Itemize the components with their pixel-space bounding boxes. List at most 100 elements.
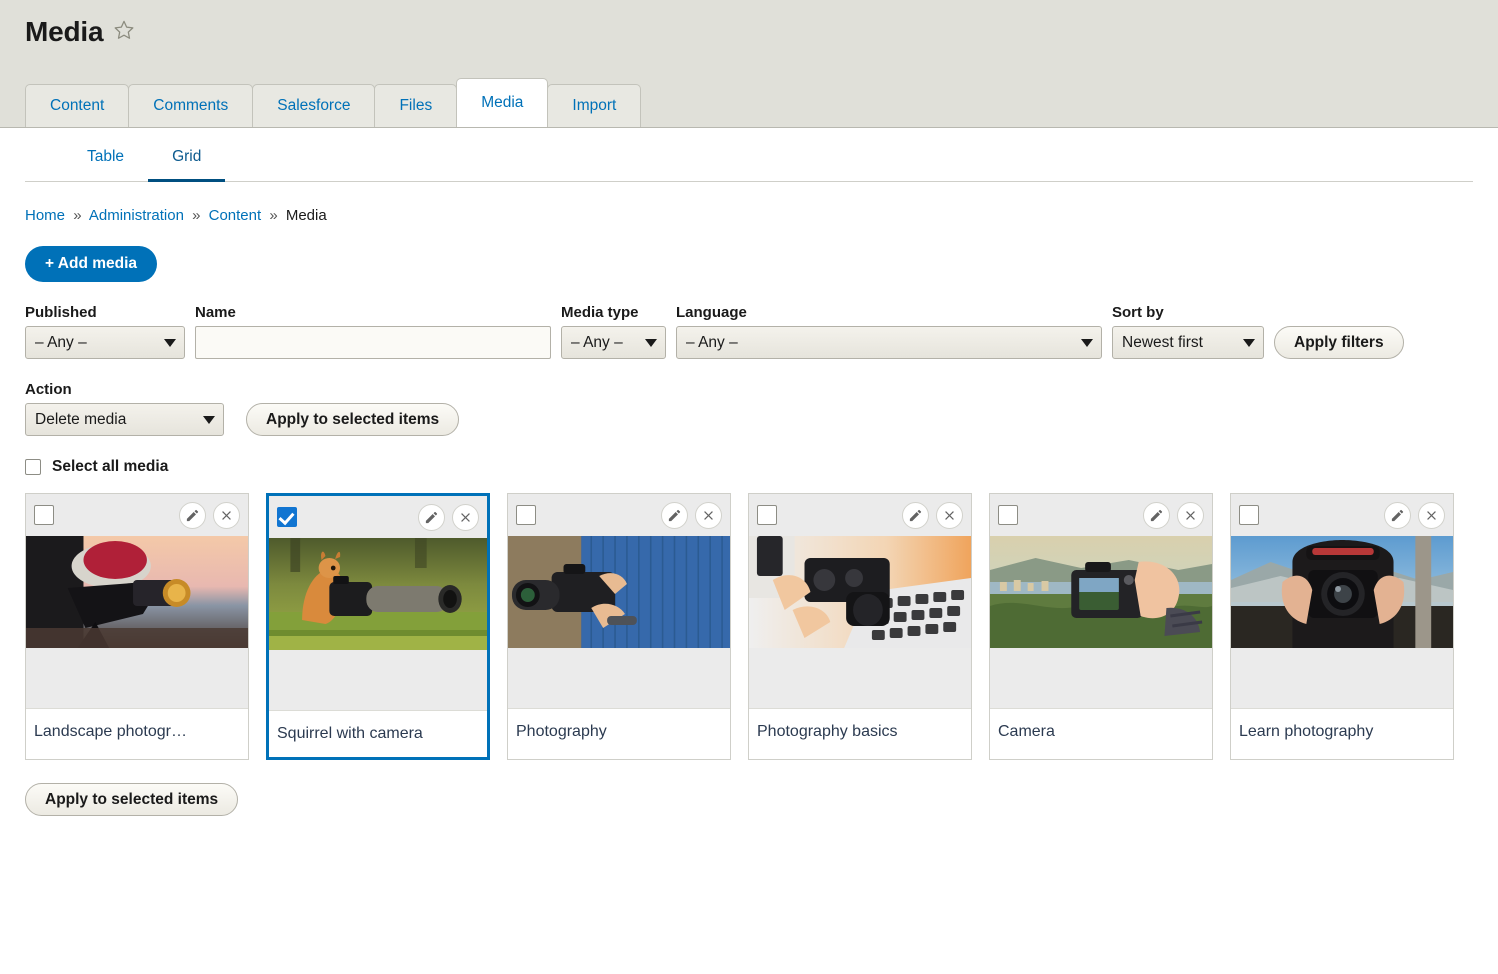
pencil-icon[interactable] (902, 501, 929, 529)
media-card[interactable]: Photography (507, 493, 731, 760)
media-card-checkbox[interactable] (34, 505, 54, 525)
apply-to-selected-items-button-top[interactable]: Apply to selected items (246, 403, 460, 436)
media-card-actions (902, 501, 963, 529)
close-x-icon[interactable] (936, 501, 963, 529)
pencil-icon[interactable] (179, 501, 206, 529)
name-input[interactable] (195, 326, 551, 359)
media-thumbnail (749, 536, 971, 648)
sort-by-select[interactable]: Newest first (1112, 326, 1264, 359)
media-grid: Landscape photogr… Squirrel with camera … (0, 476, 1498, 760)
select-all-checkbox[interactable] (25, 459, 41, 475)
filter-media-type: Media type – Any – (561, 304, 666, 359)
filters-bar: Published – Any – Name Media type – Any … (0, 282, 1498, 359)
media-card-spacer (269, 650, 487, 710)
filter-language: Language – Any – (676, 304, 1102, 359)
action-select-wrap[interactable]: Delete media (25, 403, 224, 436)
media-card-checkbox[interactable] (277, 507, 297, 527)
breadcrumb-separator: » (73, 207, 82, 224)
media-card-toolbar (269, 496, 487, 538)
media-card[interactable]: Camera (989, 493, 1213, 760)
media-card-title[interactable]: Photography basics (749, 708, 971, 755)
close-x-icon[interactable] (695, 501, 722, 529)
close-x-icon[interactable] (213, 501, 240, 529)
pencil-icon[interactable] (418, 503, 445, 531)
tab-comments[interactable]: Comments (128, 84, 254, 127)
media-card-actions (418, 503, 479, 531)
media-card-title[interactable]: Squirrel with camera (269, 710, 487, 757)
media-card-toolbar (1231, 494, 1453, 536)
published-label: Published (25, 304, 97, 321)
star-outline-icon[interactable] (113, 19, 135, 46)
media-type-select[interactable]: – Any – (561, 326, 666, 359)
bulk-action-field: Action Delete media (25, 381, 224, 436)
apply-filters-button[interactable]: Apply filters (1274, 326, 1404, 359)
media-thumbnail (26, 536, 248, 648)
media-type-select-wrap[interactable]: – Any – (561, 326, 666, 359)
media-thumbnail (1231, 536, 1453, 648)
breadcrumb-item-home[interactable]: Home (25, 207, 65, 224)
add-media-row: + Add media (0, 224, 1498, 282)
media-card-checkbox[interactable] (516, 505, 536, 525)
media-card-title[interactable]: Learn photography (1231, 708, 1453, 755)
action-label: Action (25, 381, 72, 398)
subtab-grid[interactable]: Grid (148, 148, 226, 182)
media-card-spacer (26, 648, 248, 708)
filter-sort-by: Sort by Newest first (1112, 304, 1264, 359)
media-card-checkbox[interactable] (757, 505, 777, 525)
media-card-spacer (508, 648, 730, 708)
media-card-checkbox[interactable] (1239, 505, 1259, 525)
media-card[interactable]: Squirrel with camera (266, 493, 490, 760)
add-media-button[interactable]: + Add media (25, 246, 158, 282)
published-select-wrap[interactable]: – Any – (25, 326, 185, 359)
close-x-icon[interactable] (452, 503, 479, 531)
tab-salesforce[interactable]: Salesforce (252, 84, 376, 127)
media-card-title[interactable]: Photography (508, 708, 730, 755)
media-card-checkbox[interactable] (998, 505, 1018, 525)
language-label: Language (676, 304, 747, 321)
page-title: Media (25, 16, 104, 47)
language-select-wrap[interactable]: – Any – (676, 326, 1102, 359)
published-select[interactable]: – Any – (25, 326, 185, 359)
close-x-icon[interactable] (1177, 501, 1204, 529)
tab-files[interactable]: Files (374, 84, 458, 127)
media-type-label: Media type (561, 304, 639, 321)
close-x-icon[interactable] (1418, 501, 1445, 529)
filter-published: Published – Any – (25, 304, 185, 359)
breadcrumb-item-content[interactable]: Content (209, 207, 262, 224)
media-card-actions (1384, 501, 1445, 529)
name-label: Name (195, 304, 236, 321)
secondary-tabs: Table Grid (25, 128, 1473, 182)
tab-content[interactable]: Content (25, 84, 130, 127)
pencil-icon[interactable] (1384, 501, 1411, 529)
tab-media[interactable]: Media (456, 78, 549, 127)
media-card-actions (179, 501, 240, 529)
media-card-actions (661, 501, 722, 529)
pencil-icon[interactable] (1143, 501, 1170, 529)
media-card-title[interactable]: Landscape photogr… (26, 708, 248, 755)
sort-by-label: Sort by (1112, 304, 1164, 321)
breadcrumb-item-administration[interactable]: Administration (89, 207, 184, 224)
subtab-table[interactable]: Table (63, 148, 148, 182)
media-thumbnail (990, 536, 1212, 648)
sort-by-select-wrap[interactable]: Newest first (1112, 326, 1264, 359)
media-card-title[interactable]: Camera (990, 708, 1212, 755)
media-thumbnail (508, 536, 730, 648)
media-card[interactable]: Photography basics (748, 493, 972, 760)
media-thumbnail (269, 538, 487, 650)
media-card[interactable]: Learn photography (1230, 493, 1454, 760)
media-card-spacer (990, 648, 1212, 708)
page-header: Media Content Comments Salesforce Files … (0, 0, 1498, 128)
language-select[interactable]: – Any – (676, 326, 1102, 359)
media-card-actions (1143, 501, 1204, 529)
breadcrumb: Home » Administration » Content » Media (0, 182, 1498, 224)
breadcrumb-item-media: Media (285, 207, 327, 224)
tab-import[interactable]: Import (547, 84, 642, 127)
action-select[interactable]: Delete media (25, 403, 224, 436)
select-all-label: Select all media (52, 458, 169, 475)
apply-to-selected-items-button-bottom[interactable]: Apply to selected items (25, 783, 239, 816)
media-card-toolbar (508, 494, 730, 536)
media-card[interactable]: Landscape photogr… (25, 493, 249, 760)
media-card-toolbar (26, 494, 248, 536)
footer-action-row: Apply to selected items (0, 760, 1498, 816)
pencil-icon[interactable] (661, 501, 688, 529)
